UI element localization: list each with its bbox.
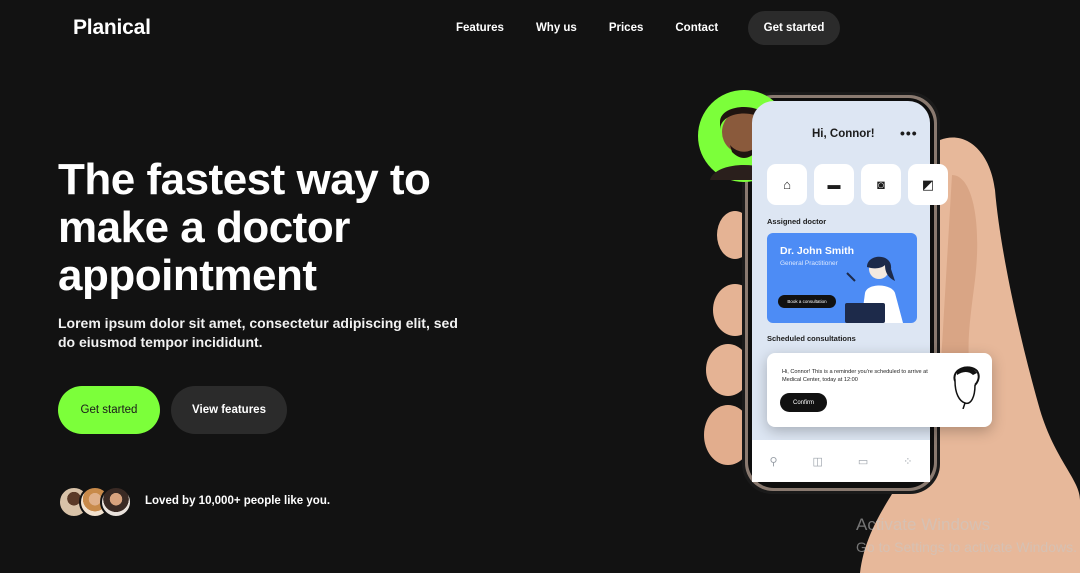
brand-logo[interactable]: Planical — [73, 16, 151, 40]
person-icon[interactable]: ⚲ — [769, 455, 777, 468]
main-nav: Features Why us Prices Contact — [440, 11, 734, 45]
more-options-icon[interactable]: ••• — [900, 125, 918, 141]
document-icon[interactable]: ◩ — [908, 164, 948, 205]
nav-link-features[interactable]: Features — [456, 22, 504, 34]
home-icon[interactable]: ⌂ — [767, 164, 807, 205]
app-tab-bar: ⚲ ◫ ▭ ⁘ — [752, 440, 930, 482]
reminder-text: Hi, Connor! This is a reminder you're sc… — [782, 369, 928, 383]
watermark-title: Activate Windows — [856, 515, 991, 534]
nav-link-contact[interactable]: Contact — [675, 22, 718, 34]
nav-link-why-us[interactable]: Why us — [536, 22, 577, 34]
person-sketch-icon — [953, 366, 980, 409]
activate-windows-watermark: Activate Windows Go to Settings to activ… — [856, 514, 1077, 558]
nav-get-started-button[interactable]: Get started — [748, 11, 840, 45]
camera-icon[interactable]: ◙ — [861, 164, 901, 205]
get-started-button[interactable]: Get started — [58, 386, 160, 434]
card-icon[interactable]: ▬ — [814, 164, 854, 205]
doctor-illustration — [845, 256, 903, 323]
avatar — [100, 486, 132, 518]
social-proof-text: Loved by 10,000+ people like you. — [145, 495, 331, 507]
grid-icon[interactable]: ⁘ — [903, 455, 912, 468]
nav-link-prices[interactable]: Prices — [609, 22, 644, 34]
watermark-subtitle: Go to Settings to activate Windows. — [856, 539, 1077, 555]
quick-action-tiles: ⌂ ▬ ◙ ◩ — [767, 164, 948, 205]
assigned-doctor-label: Assigned doctor — [767, 217, 827, 226]
book-consultation-button[interactable]: Book a consultation — [778, 295, 836, 308]
user-avatars — [58, 486, 134, 518]
doctor-card[interactable]: Dr. John Smith General Practitioner Book… — [767, 233, 917, 323]
hero-subtitle: Lorem ipsum dolor sit amet, consectetur … — [58, 315, 458, 350]
consultation-reminder-card[interactable]: Hi, Connor! This is a reminder you're sc… — [767, 353, 992, 427]
app-greeting: Hi, Connor! — [812, 128, 875, 140]
scheduled-consultations-label: Scheduled consultations — [767, 334, 856, 343]
hero-headline: The fastest way to make a doctor appoint… — [58, 155, 431, 300]
confirm-button[interactable]: Confirm — [780, 393, 827, 412]
view-features-button[interactable]: View features — [171, 386, 287, 434]
doctor-role: General Practitioner — [780, 260, 838, 267]
chart-icon[interactable]: ◫ — [813, 455, 823, 468]
calendar-icon[interactable]: ▭ — [858, 455, 868, 468]
